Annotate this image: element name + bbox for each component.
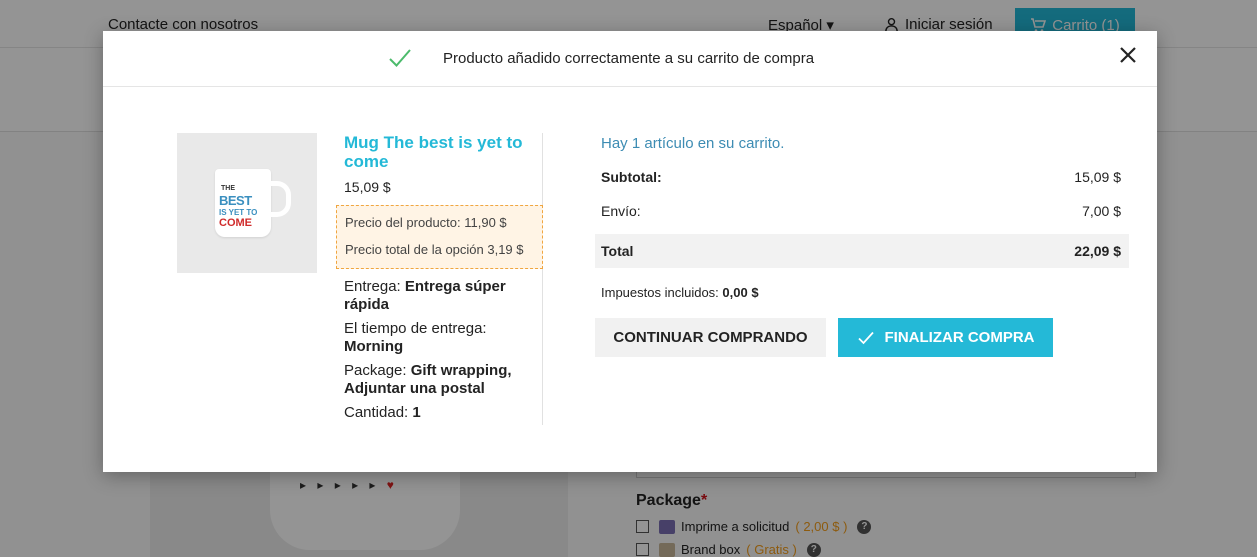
checkout-label: FINALIZAR COMPRA [884, 329, 1035, 346]
attribute-label: El tiempo de entrega: [344, 320, 487, 337]
close-icon[interactable] [1117, 44, 1139, 66]
subtotal-row: Subtotal: 15,09 $ [595, 160, 1129, 194]
mug-text-come: COME [219, 217, 252, 229]
shipping-label: Envío: [601, 203, 641, 219]
total-label: Total [601, 243, 634, 259]
checkout-button[interactable]: FINALIZAR COMPRA [838, 318, 1053, 357]
continue-shopping-button[interactable]: CONTINUAR COMPRANDO [595, 318, 826, 357]
subtotal-label: Subtotal: [601, 169, 662, 185]
modal-title: Producto añadido correctamente a su carr… [443, 50, 815, 67]
total-row: Total 22,09 $ [595, 234, 1129, 268]
option-product-price: Precio del producto: 11,90 $ [345, 215, 507, 230]
tax-value: 0,00 $ [722, 285, 759, 300]
check-icon [389, 49, 411, 67]
mug-text-best: BEST [219, 193, 252, 208]
check-icon [857, 331, 874, 344]
cart-count-text: Hay 1 artículo en su carrito. [601, 135, 785, 152]
option-price-box: Precio del producto: 11,90 $ Precio tota… [336, 205, 543, 269]
attribute-value: 1 [412, 404, 421, 421]
attribute-label: Entrega: [344, 278, 405, 295]
attribute-delivery: Entrega: Entrega súper rápida [344, 278, 534, 314]
modal-header: Producto añadido correctamente a su carr… [103, 31, 1157, 87]
tax-label: Impuestos incluidos: [601, 285, 723, 300]
tax-line: Impuestos incluidos: 0,00 $ [601, 285, 759, 300]
mug-handle [269, 181, 291, 217]
attribute-label: Package: [344, 362, 411, 379]
shipping-value: 7,00 $ [1082, 203, 1121, 219]
attribute-delivery-time: El tiempo de entrega: Morning [344, 320, 534, 356]
product-image: THE BEST IS YET TO COME [177, 133, 317, 273]
attribute-value: Morning [344, 338, 404, 355]
attribute-label: Cantidad: [344, 404, 413, 421]
mug-text-isyetto: IS YET TO [219, 208, 258, 217]
subtotal-value: 15,09 $ [1074, 169, 1121, 185]
option-total-price: Precio total de la opción 3,19 $ [345, 242, 524, 257]
product-info: Mug The best is yet to come 15,09 $ Prec… [336, 133, 543, 425]
total-value: 22,09 $ [1074, 243, 1121, 259]
shipping-row: Envío: 7,00 $ [595, 194, 1129, 228]
add-to-cart-modal: Producto añadido correctamente a su carr… [103, 31, 1157, 472]
product-price: 15,09 $ [344, 179, 391, 195]
attribute-package: Package: Gift wrapping, Adjuntar una pos… [344, 362, 534, 398]
product-name: Mug The best is yet to come [344, 133, 523, 171]
mug-text-the: THE [221, 185, 235, 192]
attribute-quantity: Cantidad: 1 [344, 404, 534, 422]
